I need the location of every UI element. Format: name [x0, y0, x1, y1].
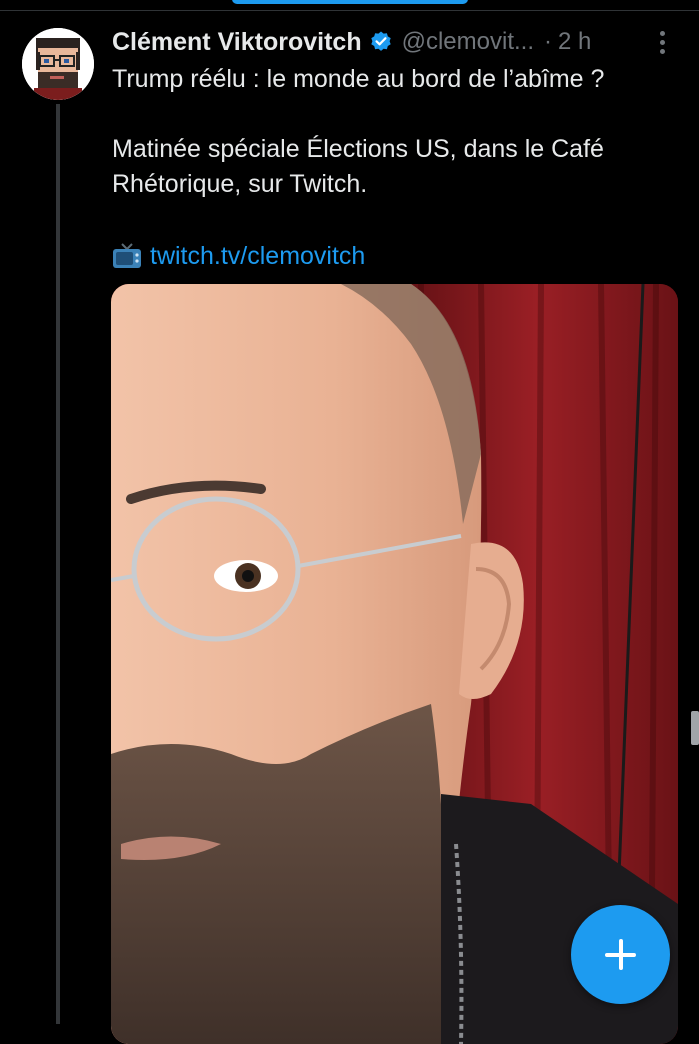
- scrollbar-thumb[interactable]: [691, 711, 699, 745]
- compose-button[interactable]: [571, 905, 670, 1004]
- thread-line: [56, 104, 60, 1024]
- author-name[interactable]: Clément Viktorovitch: [112, 28, 362, 57]
- tweet-text-line: Trump réélu : le monde au bord de l’abîm…: [112, 65, 605, 93]
- tweet-header: Clément Viktorovitch @clemovit... · 2 h: [112, 26, 672, 58]
- twitch-link[interactable]: twitch.tv/clemovitch: [150, 242, 365, 271]
- television-emoji-icon: [113, 243, 141, 268]
- tweet-link-line: twitch.tv/clemovitch: [112, 238, 365, 274]
- avatar[interactable]: [22, 28, 94, 100]
- avatar-illustration: [22, 28, 94, 100]
- tweet-text: Trump réélu : le monde au bord de l’abîm…: [112, 62, 682, 202]
- top-indicator-pill: [232, 0, 468, 4]
- more-vertical-icon[interactable]: [655, 31, 669, 59]
- plus-icon-vertical: [619, 939, 623, 970]
- tweet-text-line: Rhétorique, sur Twitch.: [112, 170, 368, 198]
- author-handle[interactable]: @clemovit...: [402, 28, 534, 56]
- tweet-text-line: Matinée spéciale Élections US, dans le C…: [112, 135, 604, 163]
- verified-badge-icon: [370, 31, 391, 51]
- tweet-timestamp[interactable]: 2 h: [558, 28, 591, 56]
- top-divider: [0, 10, 699, 11]
- separator-dot: ·: [544, 28, 552, 55]
